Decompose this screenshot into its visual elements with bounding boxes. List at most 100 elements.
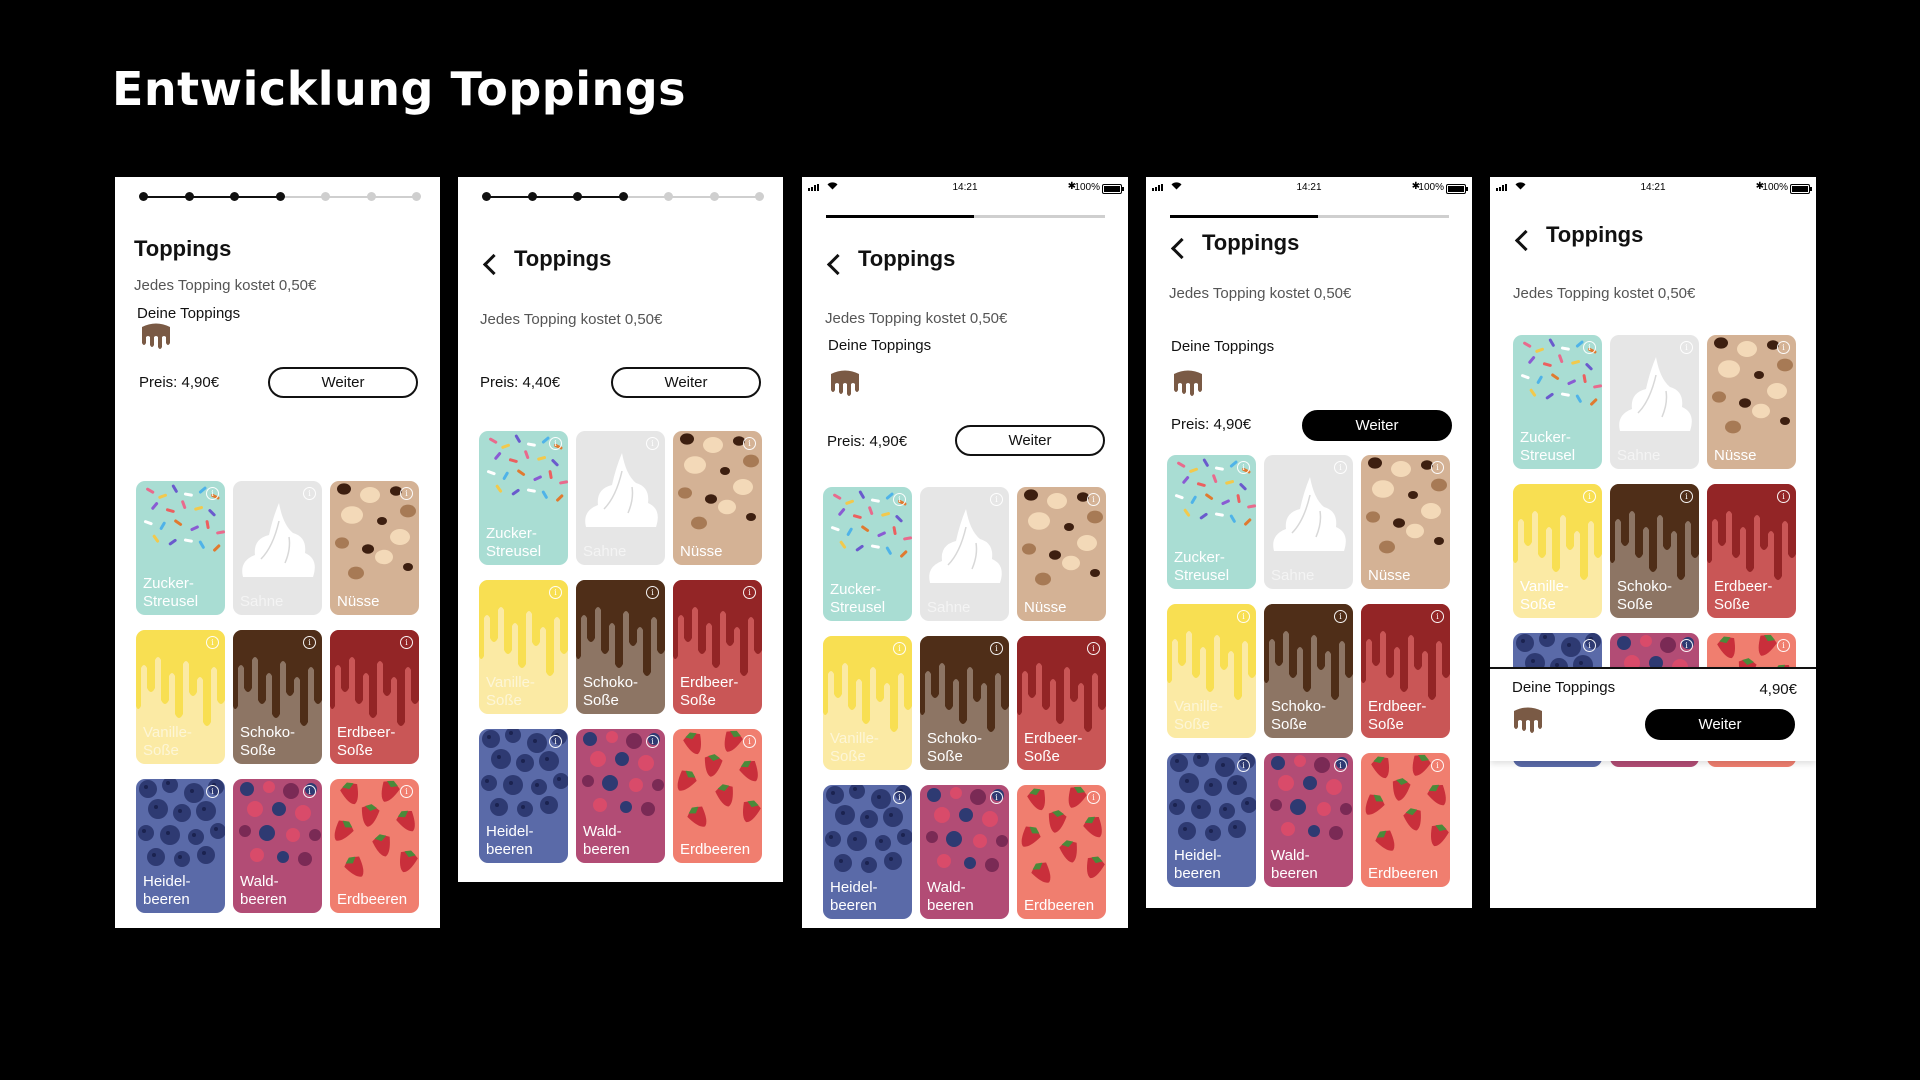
- topping-tile-vanille[interactable]: i Vanille- Soße: [823, 636, 912, 770]
- topping-tile-heidel[interactable]: i Heidel- beeren: [1167, 753, 1256, 887]
- topping-tile-zucker[interactable]: i Zucker- Streusel: [136, 481, 225, 615]
- info-icon[interactable]: i: [549, 735, 562, 748]
- info-icon[interactable]: i: [1583, 341, 1596, 354]
- info-icon[interactable]: i: [1583, 490, 1596, 503]
- info-icon[interactable]: i: [1777, 341, 1790, 354]
- topping-tile-wald[interactable]: i Wald- beeren: [576, 729, 665, 863]
- continue-button[interactable]: Weiter: [1645, 709, 1795, 740]
- topping-tile-zucker[interactable]: i Zucker- Streusel: [1513, 335, 1602, 469]
- topping-tile-erdbeer[interactable]: i Erdbeer- Soße: [1707, 484, 1796, 618]
- topping-tile-wald[interactable]: i Wald- beeren: [1264, 753, 1353, 887]
- topping-tile-zucker[interactable]: i Zucker- Streusel: [823, 487, 912, 621]
- topping-tile-schoko[interactable]: i Schoko- Soße: [1610, 484, 1699, 618]
- info-icon[interactable]: i: [646, 586, 659, 599]
- info-icon[interactable]: i: [743, 437, 756, 450]
- back-arrow-icon[interactable]: [1170, 237, 1193, 260]
- info-icon[interactable]: i: [206, 636, 219, 649]
- info-icon[interactable]: i: [400, 487, 413, 500]
- info-icon[interactable]: i: [1237, 759, 1250, 772]
- topping-tile-erdbeeren[interactable]: i Erdbeeren: [1361, 753, 1450, 887]
- topping-tile-nuesse[interactable]: i Nüsse: [1361, 455, 1450, 589]
- topping-tile-heidel[interactable]: i Heidel- beeren: [823, 785, 912, 919]
- back-arrow-icon[interactable]: [482, 253, 505, 276]
- info-icon[interactable]: i: [893, 791, 906, 804]
- info-icon[interactable]: i: [990, 791, 1003, 804]
- info-icon[interactable]: i: [1431, 461, 1444, 474]
- topping-tile-erdbeeren[interactable]: i Erdbeeren: [1017, 785, 1106, 919]
- info-icon[interactable]: i: [1087, 642, 1100, 655]
- topping-tile-sahne[interactable]: i Sahne: [233, 481, 322, 615]
- info-icon[interactable]: i: [1680, 341, 1693, 354]
- info-icon[interactable]: i: [743, 735, 756, 748]
- info-icon[interactable]: i: [1680, 490, 1693, 503]
- info-icon[interactable]: i: [1087, 493, 1100, 506]
- info-icon[interactable]: i: [400, 636, 413, 649]
- info-icon[interactable]: i: [549, 437, 562, 450]
- topping-tile-vanille[interactable]: i Vanille- Soße: [479, 580, 568, 714]
- info-icon[interactable]: i: [1334, 610, 1347, 623]
- info-icon[interactable]: i: [206, 487, 219, 500]
- info-icon[interactable]: i: [400, 785, 413, 798]
- info-icon[interactable]: i: [1777, 639, 1790, 652]
- topping-tile-sahne[interactable]: i Sahne: [1264, 455, 1353, 589]
- topping-tile-erdbeer[interactable]: i Erdbeer- Soße: [1361, 604, 1450, 738]
- info-icon[interactable]: i: [1237, 461, 1250, 474]
- topping-tile-nuesse[interactable]: i Nüsse: [330, 481, 419, 615]
- selected-topping-icon[interactable]: [1511, 707, 1545, 735]
- info-icon[interactable]: i: [1431, 610, 1444, 623]
- topping-tile-wald[interactable]: i Wald- beeren: [233, 779, 322, 913]
- info-icon[interactable]: i: [303, 636, 316, 649]
- selected-topping-icon[interactable]: [828, 370, 862, 398]
- info-icon[interactable]: i: [646, 735, 659, 748]
- topping-tile-schoko[interactable]: i Schoko- Soße: [233, 630, 322, 764]
- info-icon[interactable]: i: [303, 785, 316, 798]
- info-icon[interactable]: i: [303, 487, 316, 500]
- info-icon[interactable]: i: [990, 642, 1003, 655]
- info-icon[interactable]: i: [206, 785, 219, 798]
- topping-tile-erdbeer[interactable]: i Erdbeer- Soße: [673, 580, 762, 714]
- back-arrow-icon[interactable]: [1514, 229, 1537, 252]
- info-icon[interactable]: i: [1777, 490, 1790, 503]
- topping-tile-vanille[interactable]: i Vanille- Soße: [1167, 604, 1256, 738]
- info-icon[interactable]: i: [1087, 791, 1100, 804]
- info-icon[interactable]: i: [1237, 610, 1250, 623]
- info-icon[interactable]: i: [646, 437, 659, 450]
- topping-tile-schoko[interactable]: i Schoko- Soße: [576, 580, 665, 714]
- topping-tile-wald[interactable]: i Wald- beeren: [920, 785, 1009, 919]
- topping-tile-nuesse[interactable]: i Nüsse: [1017, 487, 1106, 621]
- info-icon[interactable]: i: [990, 493, 1003, 506]
- topping-tile-zucker[interactable]: i Zucker- Streusel: [479, 431, 568, 565]
- info-icon[interactable]: i: [1334, 759, 1347, 772]
- topping-tile-erdbeer[interactable]: i Erdbeer- Soße: [330, 630, 419, 764]
- topping-tile-vanille[interactable]: i Vanille- Soße: [1513, 484, 1602, 618]
- topping-tile-erdbeer[interactable]: i Erdbeer- Soße: [1017, 636, 1106, 770]
- topping-tile-nuesse[interactable]: i Nüsse: [1707, 335, 1796, 469]
- topping-tile-vanille[interactable]: i Vanille- Soße: [136, 630, 225, 764]
- topping-tile-sahne[interactable]: i Sahne: [1610, 335, 1699, 469]
- continue-button[interactable]: Weiter: [1302, 410, 1452, 441]
- info-icon[interactable]: i: [743, 586, 756, 599]
- selected-topping-icon[interactable]: [1171, 370, 1205, 398]
- topping-tile-nuesse[interactable]: i Nüsse: [673, 431, 762, 565]
- info-icon[interactable]: i: [549, 586, 562, 599]
- info-icon[interactable]: i: [893, 493, 906, 506]
- topping-tile-sahne[interactable]: i Sahne: [576, 431, 665, 565]
- topping-tile-erdbeeren[interactable]: i Erdbeeren: [673, 729, 762, 863]
- selected-topping-icon[interactable]: [139, 323, 173, 351]
- info-icon[interactable]: i: [1680, 639, 1693, 652]
- topping-tile-heidel[interactable]: i Heidel- beeren: [136, 779, 225, 913]
- topping-tile-heidel[interactable]: i Heidel- beeren: [479, 729, 568, 863]
- info-icon[interactable]: i: [893, 642, 906, 655]
- info-icon[interactable]: i: [1431, 759, 1444, 772]
- info-icon[interactable]: i: [1583, 639, 1596, 652]
- topping-tile-schoko[interactable]: i Schoko- Soße: [1264, 604, 1353, 738]
- topping-tile-sahne[interactable]: i Sahne: [920, 487, 1009, 621]
- continue-button[interactable]: Weiter: [955, 425, 1105, 456]
- topping-tile-zucker[interactable]: i Zucker- Streusel: [1167, 455, 1256, 589]
- topping-tile-erdbeeren[interactable]: i Erdbeeren: [330, 779, 419, 913]
- back-arrow-icon[interactable]: [826, 253, 849, 276]
- continue-button[interactable]: Weiter: [611, 367, 761, 398]
- continue-button[interactable]: Weiter: [268, 367, 418, 398]
- info-icon[interactable]: i: [1334, 461, 1347, 474]
- topping-tile-schoko[interactable]: i Schoko- Soße: [920, 636, 1009, 770]
